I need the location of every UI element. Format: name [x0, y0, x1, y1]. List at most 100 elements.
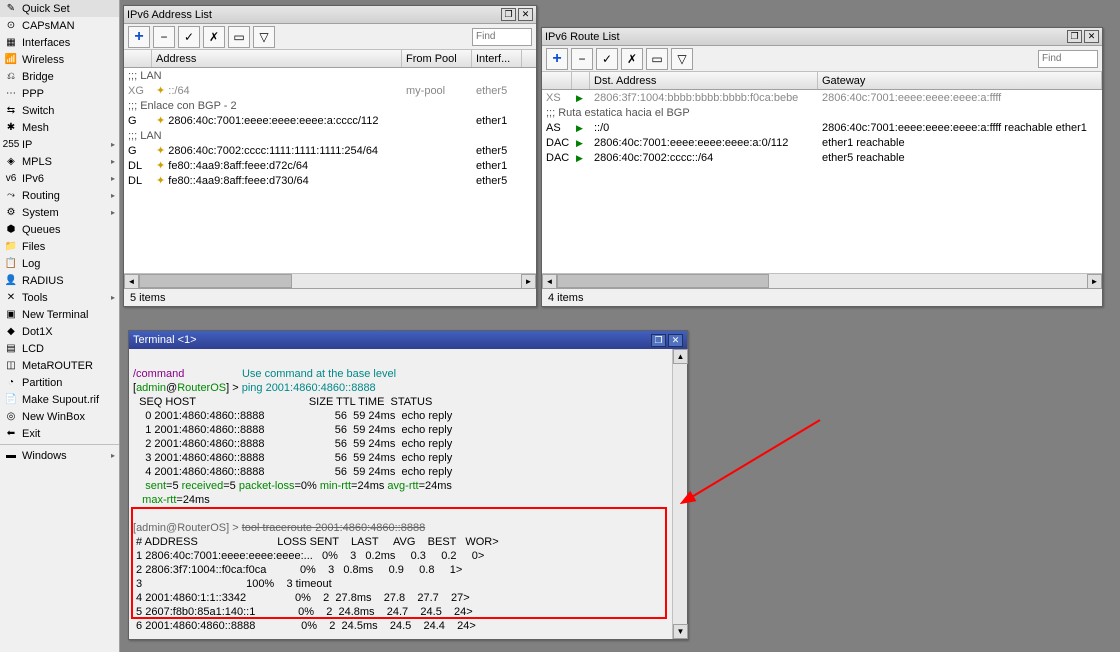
- table-body[interactable]: XS▶2806:3f7:1004:bbbb:bbbb:bbbb:f0ca:beb…: [542, 90, 1102, 273]
- scroll-left[interactable]: ◄: [542, 274, 557, 289]
- sidebar-label: Partition: [22, 377, 62, 389]
- sidebar-item-ipv6[interactable]: v6IPv6▸: [0, 170, 119, 187]
- sidebar-item-new-terminal[interactable]: ▣New Terminal: [0, 306, 119, 323]
- scroll-up[interactable]: ▲: [673, 349, 688, 364]
- terminal-output[interactable]: /command Use command at the base level […: [129, 349, 673, 639]
- titlebar[interactable]: IPv6 Route List ❐ ✕: [542, 28, 1102, 46]
- scroll-right[interactable]: ►: [1087, 274, 1102, 289]
- comment-row[interactable]: ;;; Enlace con BGP - 2: [124, 98, 536, 113]
- sidebar-item-queues[interactable]: ⬢Queues: [0, 221, 119, 238]
- sidebar-item-make-supout.rif[interactable]: 📄Make Supout.rif: [0, 391, 119, 408]
- remove-button[interactable]: −: [571, 48, 593, 70]
- disable-button[interactable]: ✗: [621, 48, 643, 70]
- comment-row[interactable]: ;;; LAN: [124, 68, 536, 83]
- address-icon: ✦: [156, 115, 165, 127]
- sidebar-item-bridge[interactable]: ⎌Bridge: [0, 68, 119, 85]
- table-row[interactable]: DL✦ fe80::4aa9:8aff:feee:d730/64ether5: [124, 173, 536, 188]
- enable-button[interactable]: ✓: [178, 26, 200, 48]
- sidebar-item-ppp[interactable]: ⋯PPP: [0, 85, 119, 102]
- sidebar-label: IPv6: [22, 173, 44, 185]
- intf-cell: ether5: [472, 175, 522, 187]
- comment-row[interactable]: ;;; Ruta estatica hacia el BGP: [542, 105, 1102, 120]
- col-dst[interactable]: Dst. Address: [590, 72, 818, 89]
- menu-icon: v6: [4, 172, 18, 186]
- scroll-left[interactable]: ◄: [124, 274, 139, 289]
- hscrollbar[interactable]: ◄ ►: [124, 273, 536, 288]
- titlebar[interactable]: Terminal <1> ❐ ✕: [129, 331, 687, 349]
- table-row[interactable]: XS▶2806:3f7:1004:bbbb:bbbb:bbbb:f0ca:beb…: [542, 90, 1102, 105]
- sidebar-item-files[interactable]: 📁Files: [0, 238, 119, 255]
- table-row[interactable]: G✦ 2806:40c:7002:cccc:1111:1111:1111:254…: [124, 143, 536, 158]
- table-row[interactable]: DL✦ fe80::4aa9:8aff:feee:d72c/64ether1: [124, 158, 536, 173]
- sidebar-item-partition[interactable]: ◔ Partition: [0, 374, 119, 391]
- hscrollbar[interactable]: ◄ ►: [542, 273, 1102, 288]
- comment-row[interactable]: ;;; LAN: [124, 128, 536, 143]
- restore-button[interactable]: ❐: [1067, 30, 1082, 43]
- add-button[interactable]: +: [128, 26, 150, 48]
- comment-button[interactable]: ▭: [228, 26, 250, 48]
- restore-button[interactable]: ❐: [501, 8, 516, 21]
- find-input[interactable]: [472, 28, 532, 46]
- col-address[interactable]: Address: [152, 50, 402, 67]
- sidebar-item-wireless[interactable]: 📶Wireless: [0, 51, 119, 68]
- remove-button[interactable]: −: [153, 26, 175, 48]
- sidebar-item-tools[interactable]: ✕Tools▸: [0, 289, 119, 306]
- scroll-thumb[interactable]: [139, 274, 292, 288]
- sidebar-item-interfaces[interactable]: ▦Interfaces: [0, 34, 119, 51]
- col-flag[interactable]: [124, 50, 152, 67]
- sidebar-item-capsman[interactable]: ⊙CAPsMAN: [0, 17, 119, 34]
- sidebar-item-metarouter[interactable]: ◫MetaROUTER: [0, 357, 119, 374]
- table-row[interactable]: AS▶::/02806:40c:7001:eeee:eeee:eeee:a:ff…: [542, 120, 1102, 135]
- flag-cell: DAC: [542, 137, 572, 149]
- sidebar-item-mpls[interactable]: ◈MPLS▸: [0, 153, 119, 170]
- table-body[interactable]: ;;; LANXG✦ ::/64my-poolether5;;; Enlace …: [124, 68, 536, 273]
- menu-icon: ✎: [4, 2, 18, 16]
- table-row[interactable]: XG✦ ::/64my-poolether5: [124, 83, 536, 98]
- col-gateway[interactable]: Gateway: [818, 72, 1102, 89]
- table-row[interactable]: DAC▶2806:40c:7001:eeee:eeee:eeee:a:0/112…: [542, 135, 1102, 150]
- menu-icon: ◫: [4, 359, 18, 373]
- add-button[interactable]: +: [546, 48, 568, 70]
- scroll-thumb[interactable]: [557, 274, 769, 288]
- sidebar-item-routing[interactable]: ⤳Routing▸: [0, 187, 119, 204]
- close-button[interactable]: ✕: [518, 8, 533, 21]
- close-button[interactable]: ✕: [668, 334, 683, 347]
- close-button[interactable]: ✕: [1084, 30, 1099, 43]
- sidebar-label: Files: [22, 241, 45, 253]
- find-input[interactable]: [1038, 50, 1098, 68]
- sidebar-item-system[interactable]: ⚙System▸: [0, 204, 119, 221]
- col-interface[interactable]: Interf...: [472, 50, 522, 67]
- sidebar-item-lcd[interactable]: ▤LCD: [0, 340, 119, 357]
- sidebar-item-log[interactable]: 📋Log: [0, 255, 119, 272]
- route-icon: ▶: [576, 123, 583, 133]
- submenu-arrow-icon: ▸: [111, 157, 115, 166]
- sidebar-item-switch[interactable]: ⇆Switch: [0, 102, 119, 119]
- scroll-down[interactable]: ▼: [673, 624, 688, 639]
- sidebar-item-quick-set[interactable]: ✎Quick Set: [0, 0, 119, 17]
- address-icon: ✦: [156, 175, 165, 187]
- restore-button[interactable]: ❐: [651, 334, 666, 347]
- titlebar[interactable]: IPv6 Address List ❐ ✕: [124, 6, 536, 24]
- filter-button[interactable]: ▽: [671, 48, 693, 70]
- sidebar-item-exit[interactable]: ⬅Exit: [0, 425, 119, 442]
- col-flag[interactable]: [542, 72, 572, 89]
- col-icon[interactable]: [572, 72, 590, 89]
- icon-cell: ▶: [572, 137, 590, 149]
- sidebar-item-radius[interactable]: 👤RADIUS: [0, 272, 119, 289]
- disable-button[interactable]: ✗: [203, 26, 225, 48]
- menu-icon: ◔: [4, 376, 18, 390]
- scroll-right[interactable]: ►: [521, 274, 536, 289]
- sidebar-item-mesh[interactable]: ✱Mesh: [0, 119, 119, 136]
- sidebar-item-windows[interactable]: ▬Windows▸: [0, 447, 119, 464]
- enable-button[interactable]: ✓: [596, 48, 618, 70]
- sidebar-label: Mesh: [22, 122, 49, 134]
- sidebar-item-dot1x[interactable]: ◆Dot1X: [0, 323, 119, 340]
- highlight-box: [131, 507, 667, 619]
- table-row[interactable]: DAC▶2806:40c:7002:cccc::/64ether5 reacha…: [542, 150, 1102, 165]
- col-frompool[interactable]: From Pool: [402, 50, 472, 67]
- filter-button[interactable]: ▽: [253, 26, 275, 48]
- table-row[interactable]: G✦ 2806:40c:7001:eeee:eeee:eeee:a:cccc/1…: [124, 113, 536, 128]
- sidebar-item-new-winbox[interactable]: ◎New WinBox: [0, 408, 119, 425]
- comment-button[interactable]: ▭: [646, 48, 668, 70]
- sidebar-item-ip[interactable]: 255IP▸: [0, 136, 119, 153]
